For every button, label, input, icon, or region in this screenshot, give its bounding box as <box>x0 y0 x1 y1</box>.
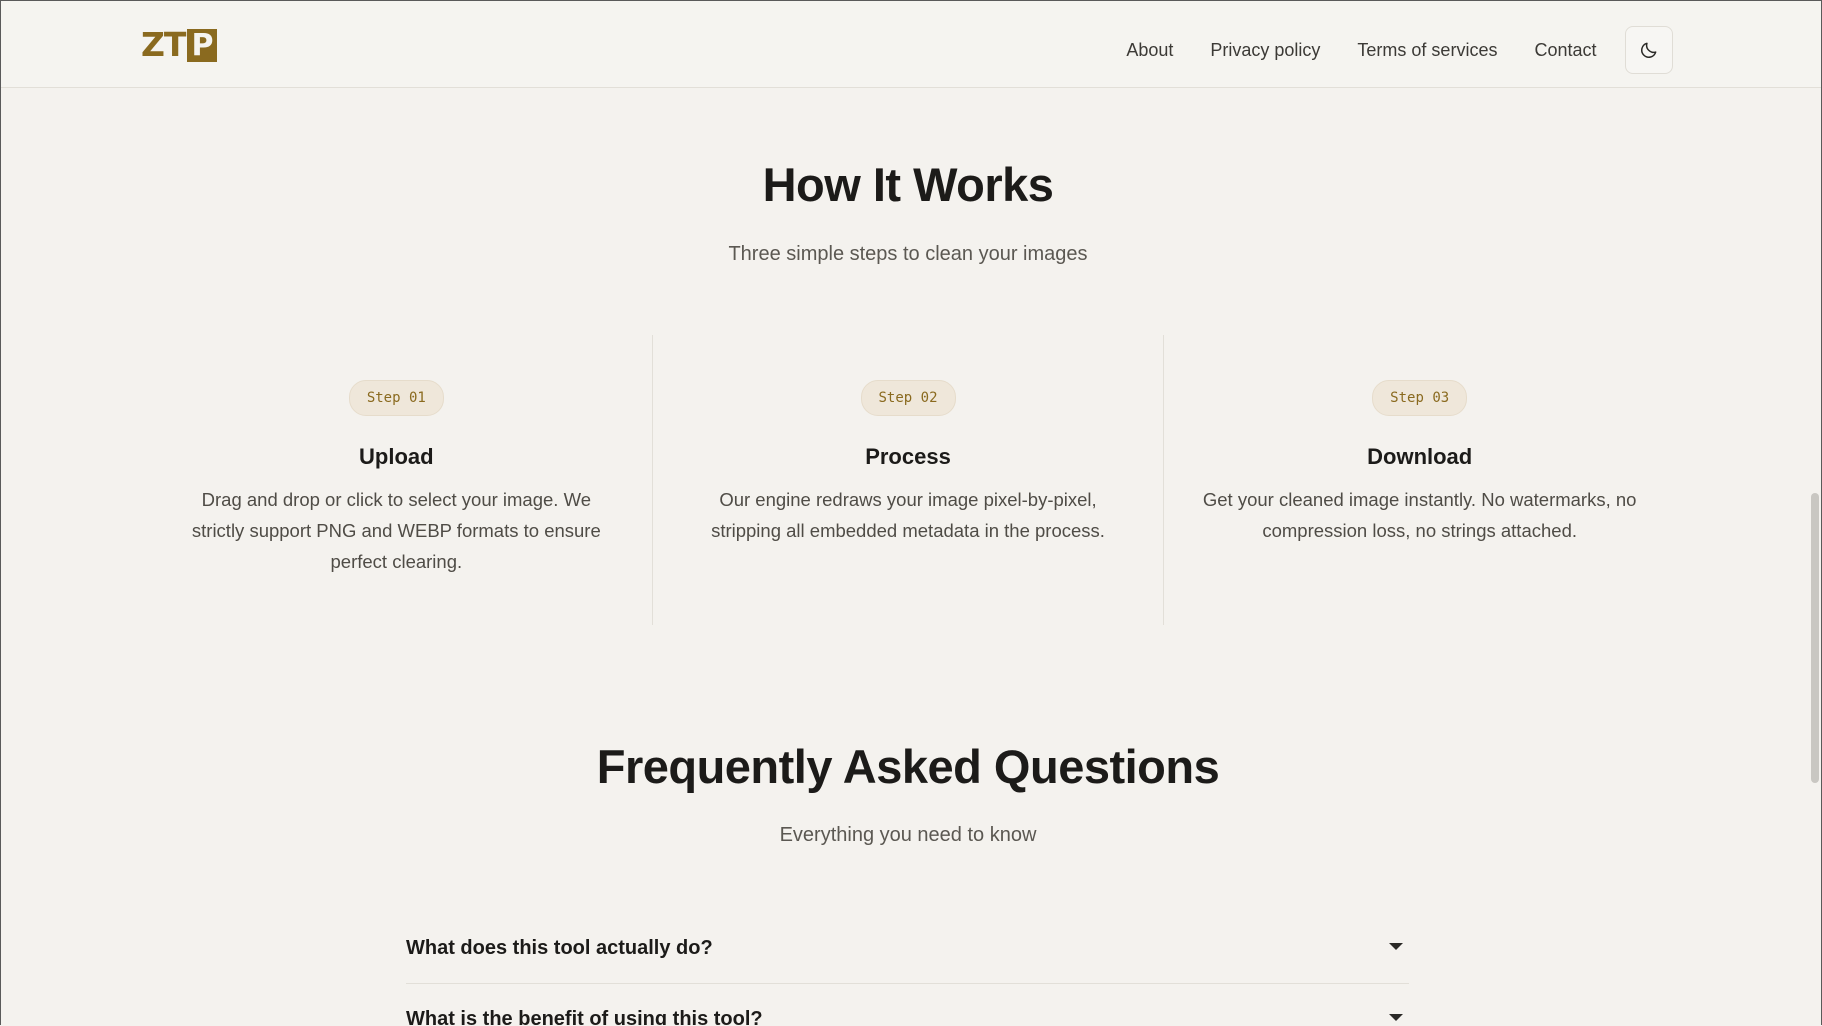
step-badge: Step 01 <box>348 380 444 416</box>
nav-link-privacy-policy[interactable]: Privacy policy <box>1192 32 1339 68</box>
faq-item[interactable]: What is the benefit of using this tool? <box>406 984 1409 1025</box>
step-description: Drag and drop or click to select your im… <box>191 489 601 572</box>
chevron-down-icon <box>1389 943 1403 950</box>
logo-box-letter: P <box>187 28 218 62</box>
step-card-download: Step 03 Download Get your cleaned image … <box>1163 335 1675 625</box>
steps-row: Step 01 Upload Drag and drop or click to… <box>141 335 1675 625</box>
step-title: Download <box>1367 444 1473 469</box>
step-badge: Step 03 <box>1372 380 1468 416</box>
main-nav: About Privacy policy Terms of services C… <box>1108 26 1673 74</box>
nav-link-contact[interactable]: Contact <box>1516 32 1615 68</box>
scrollbar-thumb[interactable] <box>1811 493 1819 783</box>
theme-toggle-button[interactable] <box>1625 26 1673 74</box>
step-card-process: Step 02 Process Our engine redraws your … <box>651 335 1164 625</box>
step-title: Upload <box>359 444 434 469</box>
step-badge: Step 02 <box>860 380 956 416</box>
faq-question: What is the benefit of using this tool? <box>406 1007 763 1026</box>
faq-subtitle: Everything you need to know <box>779 824 1037 846</box>
chevron-down-icon <box>1389 1014 1403 1021</box>
nav-link-terms-of-services[interactable]: Terms of services <box>1339 32 1516 68</box>
logo-text: ZT <box>141 25 186 64</box>
faq-item[interactable]: What does this tool actually do? <box>406 913 1409 984</box>
step-card-upload: Step 01 Upload Drag and drop or click to… <box>141 335 652 625</box>
step-description: Our engine redraws your image pixel-by-p… <box>711 489 1105 541</box>
page-frame: ZT P About Privacy policy Terms of servi… <box>0 0 1822 1025</box>
nav-link-about[interactable]: About <box>1108 32 1192 68</box>
faq-question: What does this tool actually do? <box>406 936 713 959</box>
site-header: ZT P About Privacy policy Terms of servi… <box>1 1 1821 88</box>
how-it-works-title: How It Works <box>762 158 1054 211</box>
moon-icon <box>1641 42 1657 58</box>
step-title: Process <box>865 444 951 469</box>
faq-title: Frequently Asked Questions <box>596 740 1220 793</box>
how-it-works-subtitle: Three simple steps to clean your images <box>728 243 1088 265</box>
logo[interactable]: ZT P <box>141 25 218 64</box>
step-description: Get your cleaned image instantly. No wat… <box>1202 489 1637 541</box>
faq-list: What does this tool actually do? What is… <box>406 913 1409 1025</box>
